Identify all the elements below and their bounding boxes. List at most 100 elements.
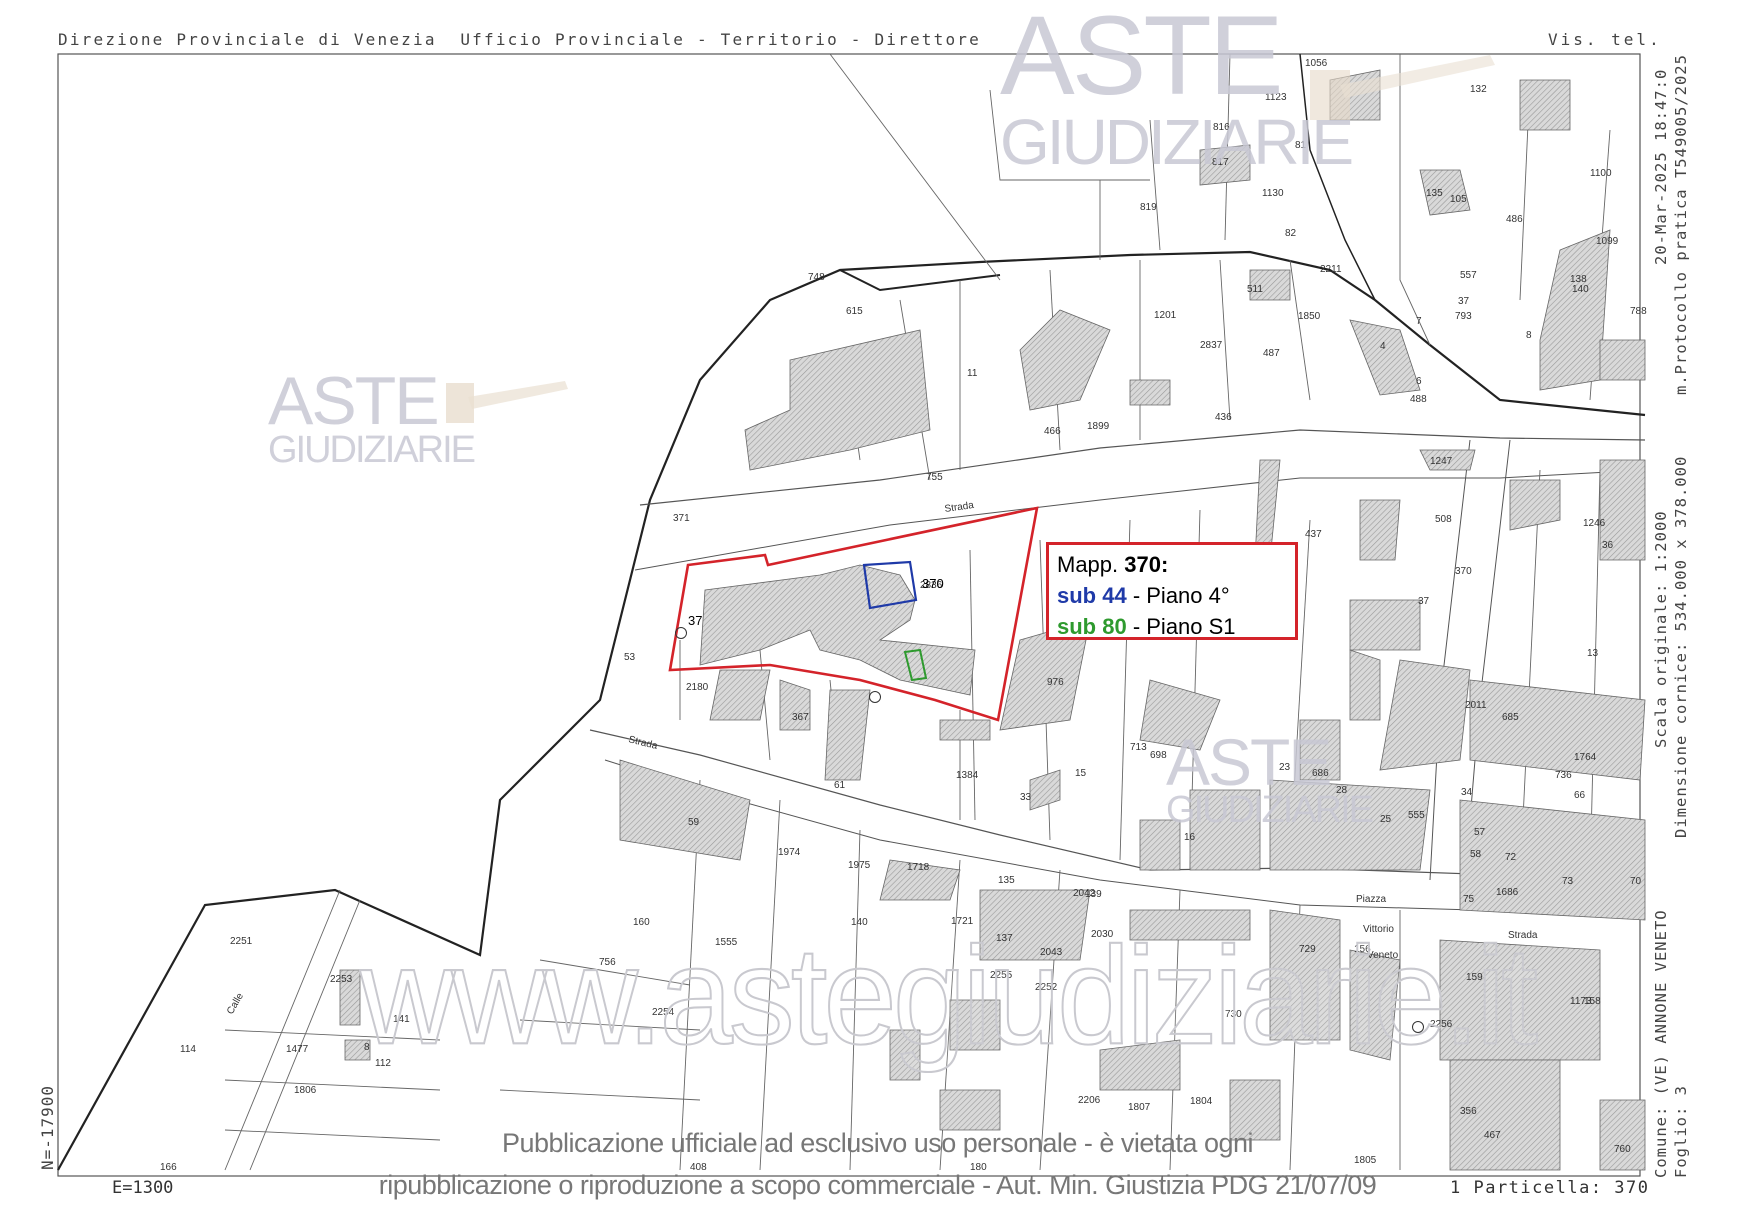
side-scale: Scala originale: 1:2000 xyxy=(1652,510,1670,748)
parcel-number: 34 xyxy=(1461,787,1473,798)
side-date: 20-Mar-2025 18:47:0 xyxy=(1652,68,1670,265)
parcel-number: 7 xyxy=(1416,316,1422,327)
parcel-number: 6 xyxy=(1416,376,1422,387)
parcel-number: 1764 xyxy=(1574,752,1597,763)
parcel-number: 8 xyxy=(1526,330,1532,341)
parcel-number: 1718 xyxy=(907,862,930,873)
parcel-number: 114 xyxy=(180,1044,196,1055)
parcel-number: 1201 xyxy=(1154,310,1177,321)
parcel-number: 37 xyxy=(1418,596,1430,607)
parcel-number: 555 xyxy=(1408,810,1425,821)
parcel-number: 488 xyxy=(1410,394,1427,405)
parcel-number: 685 xyxy=(1502,712,1519,723)
parcel-number: 59 xyxy=(688,817,700,828)
parcel-number: 976 xyxy=(1047,677,1064,688)
parcel-number: 135 xyxy=(998,875,1015,886)
parcel-number: 748 xyxy=(808,272,825,283)
legend-title-prefix: Mapp. xyxy=(1057,552,1125,577)
label-piazza-1: Piazza xyxy=(1356,894,1386,905)
parcel-number: 466 xyxy=(1044,426,1061,437)
parcel-number: 819 xyxy=(1140,202,1157,213)
marker-circle xyxy=(869,691,881,703)
parcel-number: 1686 xyxy=(1496,887,1519,898)
watermark-brand-bottom: GIUDIZIARIE xyxy=(1000,106,1354,178)
legend-sub80-row: sub 80 - Piano S1 xyxy=(1057,611,1295,642)
parcel-number: 4 xyxy=(1380,341,1386,352)
parcel-number: 61 xyxy=(834,780,846,791)
parcel-number: 370 xyxy=(1455,566,1472,577)
watermark-hammer-icon-2 xyxy=(440,375,570,445)
parcel-number: 70 xyxy=(1630,876,1642,887)
side-protocol: m.Protocollo pratica T549005/2025 xyxy=(1672,54,1690,395)
parcel-number: 2251 xyxy=(230,936,253,947)
parcel-number: 158 xyxy=(1584,996,1601,1007)
parcel-number: 356 xyxy=(1460,1106,1477,1117)
parcel-number: 1804 xyxy=(1190,1096,1213,1107)
parcel-number: 1975 xyxy=(848,860,871,871)
parcel-number: 1899 xyxy=(1087,421,1110,432)
watermark-url: www.astegiudiziarie.it xyxy=(359,917,1539,1073)
parcel-number: 1974 xyxy=(778,847,801,858)
parcel-number: 139 xyxy=(1085,889,1102,900)
label-calle: Calle xyxy=(225,991,246,1017)
parcel-number: 486 xyxy=(1506,214,1523,225)
parcel-number: 2211 xyxy=(1320,264,1342,275)
parcel-number: 736 xyxy=(1555,770,1572,781)
parcel-number: 2206 xyxy=(1078,1095,1101,1106)
parcel-number: 1384 xyxy=(956,770,979,781)
legend-box: Mapp. 370: sub 44 - Piano 4° sub 80 - Pi… xyxy=(1046,542,1298,640)
legend-sub44: sub 44 xyxy=(1057,583,1127,608)
legend-sub80: sub 80 xyxy=(1057,614,1127,639)
parcel-number: 37 xyxy=(1458,296,1470,307)
header-vis-tel: Vis. tel. xyxy=(1548,30,1662,49)
legend-sub80-desc: - Piano S1 xyxy=(1126,614,1236,639)
parcel-number: 367 xyxy=(792,712,809,723)
parcel-number: 105 xyxy=(1450,194,1467,205)
parcel-number: 57 xyxy=(1474,827,1486,838)
parcel-number: 2180 xyxy=(686,682,709,693)
watermark-logo-top: ASTE GIUDIZIARIE xyxy=(1000,0,1354,178)
legend-title-num: 370: xyxy=(1124,552,1169,577)
parcel-number: 487 xyxy=(1263,348,1280,359)
parcel-number: 75 xyxy=(1463,894,1475,905)
parcel-number: 135 xyxy=(1426,188,1443,199)
parcel-number: 2837 xyxy=(1200,340,1223,351)
parcel-number: 73 xyxy=(1562,876,1574,887)
parcel-number: 788 xyxy=(1630,306,1647,317)
legend-sub44-desc: - Piano 4° xyxy=(1126,583,1230,608)
parcel-number: 793 xyxy=(1455,311,1472,322)
parcel-number: 615 xyxy=(846,306,863,317)
parcel-number: 1130 xyxy=(1262,188,1284,199)
watermark-hammer-icon xyxy=(1300,30,1500,125)
watermark-brand-top-3: ASTE xyxy=(1166,725,1332,799)
parcel-number: 2011 xyxy=(1465,700,1487,711)
parcel-number: 511 xyxy=(1247,284,1263,295)
header-office: Direzione Provinciale di Venezia Ufficio… xyxy=(58,30,981,49)
parcel-number: 16 xyxy=(1184,832,1196,843)
parcel-number: 2253 xyxy=(330,974,353,985)
parcel-number: 1099 xyxy=(1596,236,1619,247)
parcel-number: 72 xyxy=(1505,852,1517,863)
parcel-number: 371 xyxy=(673,513,690,524)
parcel-number: 140 xyxy=(1572,284,1589,295)
parcel-number: 1477 xyxy=(286,1044,309,1055)
legend-title: Mapp. 370: xyxy=(1057,549,1295,580)
parcel-number: 53 xyxy=(624,652,636,663)
watermark-brand-top: ASTE xyxy=(1000,0,1284,118)
parcel-number: 1246 xyxy=(1583,518,1606,529)
label-370: 370 xyxy=(922,576,944,591)
parcel-number: 33 xyxy=(1020,792,1032,803)
parcel-number: 11 xyxy=(967,368,978,379)
label-strada-1: Strada xyxy=(944,500,975,515)
parcel-number: 36 xyxy=(1602,540,1614,551)
parcel-number: 82 xyxy=(1285,228,1297,239)
watermark-logo-low: ASTE GIUDIZIARIE xyxy=(1166,725,1374,829)
footer-notice-line1: Pubblicazione ufficiale ad esclusivo uso… xyxy=(502,1128,1254,1158)
parcel-number: 436 xyxy=(1215,412,1232,423)
parcel-number: 508 xyxy=(1435,514,1452,525)
parcel-number: 1807 xyxy=(1128,1102,1151,1113)
parcel-number: 1850 xyxy=(1298,311,1321,322)
footer-notice-line2: ripubblicazione o riproduzione a scopo c… xyxy=(378,1170,1377,1200)
parcel-number: 1806 xyxy=(294,1085,317,1096)
parcel-number: 58 xyxy=(1470,849,1482,860)
